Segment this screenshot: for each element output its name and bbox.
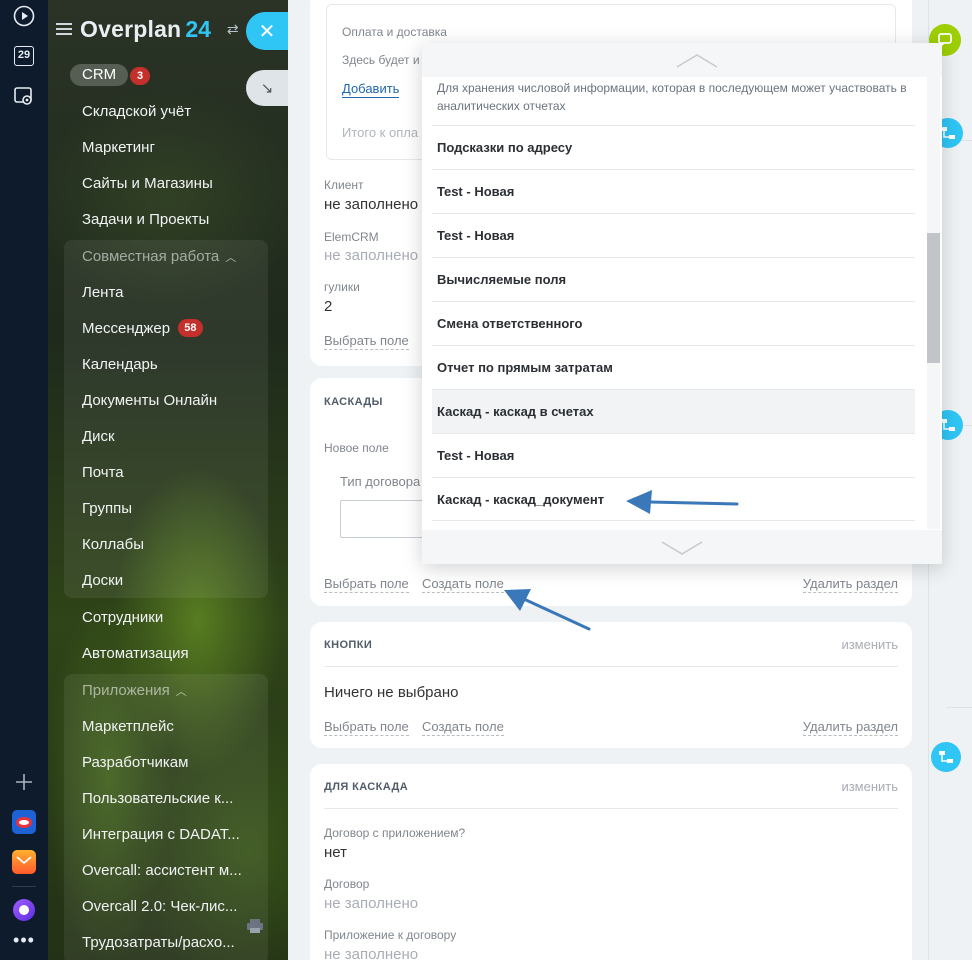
arrow-icon <box>504 589 591 631</box>
annotation-arrows <box>504 490 739 631</box>
arrow-icon <box>626 490 739 514</box>
